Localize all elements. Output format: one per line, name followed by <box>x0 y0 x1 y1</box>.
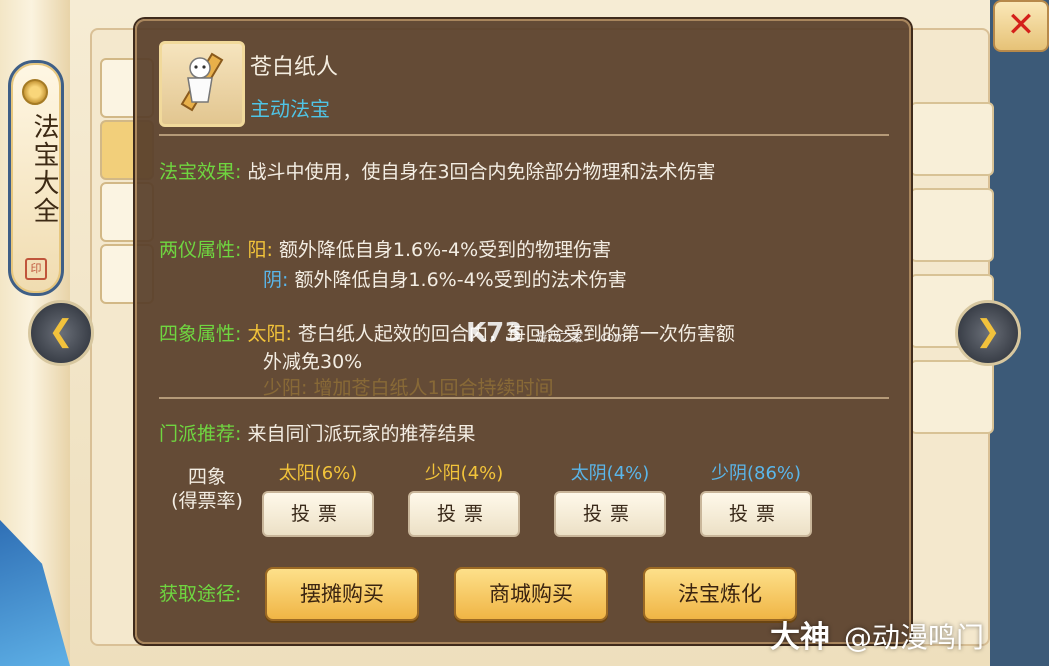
close-button[interactable]: ✕ <box>993 0 1049 52</box>
next-page-button[interactable]: ❯ <box>955 300 1021 366</box>
effect-text: 战斗中使用，使自身在3回合内免除部分物理和法术伤害 <box>247 161 716 183</box>
yin-text: 额外降低自身1.6%-4%受到的法术伤害 <box>294 269 627 291</box>
bg-item-cell[interactable] <box>910 188 994 262</box>
yin-row: 阴: 额外降低自身1.6%-4%受到的法术伤害 <box>263 265 627 292</box>
corner-watermark: 大神 @动漫鸣门 <box>770 612 984 656</box>
vote-heading-1: 四象 <box>187 466 226 488</box>
liangyi-label: 两仪属性: <box>159 239 242 261</box>
item-icon-frame <box>159 41 245 127</box>
effect-label: 法宝效果: <box>159 161 242 183</box>
yin-label: 阴: <box>263 269 289 291</box>
bg-item-cell[interactable] <box>910 102 994 176</box>
k73-sub: 游戏之家 <box>535 330 584 344</box>
effect-row: 法宝效果: 战斗中使用，使自身在3回合内免除部分物理和法术伤害 <box>159 157 716 184</box>
chevron-left-icon: ❮ <box>48 314 74 349</box>
paper-doll-icon <box>180 52 224 112</box>
mall-purchase-button[interactable]: 商城购买 <box>454 567 608 621</box>
watermark-handle: @动漫鸣门 <box>844 621 985 654</box>
obtain-label: 获取途径: <box>159 583 242 605</box>
vote-button-taiyin[interactable]: 投票 <box>554 491 666 537</box>
vote-heading-2: (得票率) <box>171 490 243 512</box>
vote-col-shaoyang: 少阳(4%) 投票 <box>408 459 520 537</box>
vote-col-shaoyin: 少阴(86%) 投票 <box>700 459 812 537</box>
item-name: 苍白纸人 <box>250 55 339 80</box>
seal-icon: 印 <box>25 258 47 280</box>
liangyi-row: 两仪属性: 阳: 额外降低自身1.6%-4%受到的物理伤害 <box>159 235 611 262</box>
sidebar-tab-treasure-catalog[interactable]: 法宝大全 印 <box>8 60 64 296</box>
shaoyang-faded: 少阳: 增加苍白纸人1回合持续时间 <box>263 377 554 399</box>
recommend-label: 门派推荐: <box>159 423 242 445</box>
sixiang-row: 四象属性: 太阳: 苍白纸人起效的回合内，每回合受到的第一次伤害额 <box>159 319 735 346</box>
divider <box>159 134 889 136</box>
vote-option-name: 少阴(86%) <box>710 463 802 484</box>
divider <box>159 397 889 399</box>
bg-item-cell[interactable] <box>910 360 994 434</box>
recommend-row: 门派推荐: 来自同门派玩家的推荐结果 <box>159 419 475 446</box>
yang-label: 阳: <box>247 239 273 261</box>
k73-brand: K73 <box>466 318 523 348</box>
vote-heading: 四象 (得票率) <box>157 465 257 513</box>
obtain-row: 获取途径: <box>159 579 241 606</box>
vote-option-name: 少阳(4%) <box>424 463 504 484</box>
k73-domain: .com <box>596 330 626 344</box>
vote-option-name: 太阳(6%) <box>278 463 358 484</box>
stall-purchase-button[interactable]: 摆摊购买 <box>265 567 419 621</box>
vote-col-taiyang: 太阳(6%) 投票 <box>262 459 374 537</box>
k73-watermark: K73 游戏之家 .com <box>466 318 626 348</box>
yang-text: 额外降低自身1.6%-4%受到的物理伤害 <box>278 239 612 261</box>
vote-button-taiyang[interactable]: 投票 <box>262 491 374 537</box>
sidebar-title: 法宝大全 <box>29 113 59 225</box>
prev-page-button[interactable]: ❮ <box>28 300 94 366</box>
recommend-text: 来自同门派玩家的推荐结果 <box>247 423 476 445</box>
vote-option-name: 太阴(4%) <box>570 463 650 484</box>
chevron-right-icon: ❯ <box>975 314 1001 349</box>
taiyang-text-2: 外减免30% <box>263 351 363 373</box>
taiyang-label: 太阳: <box>247 323 292 345</box>
vote-col-taiyin: 太阴(4%) 投票 <box>554 459 666 537</box>
watermark-brand: 大神 <box>770 620 830 655</box>
vote-button-shaoyin[interactable]: 投票 <box>700 491 812 537</box>
sixiang-label: 四象属性: <box>159 323 242 345</box>
vote-button-shaoyang[interactable]: 投票 <box>408 491 520 537</box>
coin-icon <box>22 79 48 105</box>
item-type: 主动法宝 <box>250 97 330 121</box>
taiyang-continue: 外减免30% <box>263 347 362 374</box>
